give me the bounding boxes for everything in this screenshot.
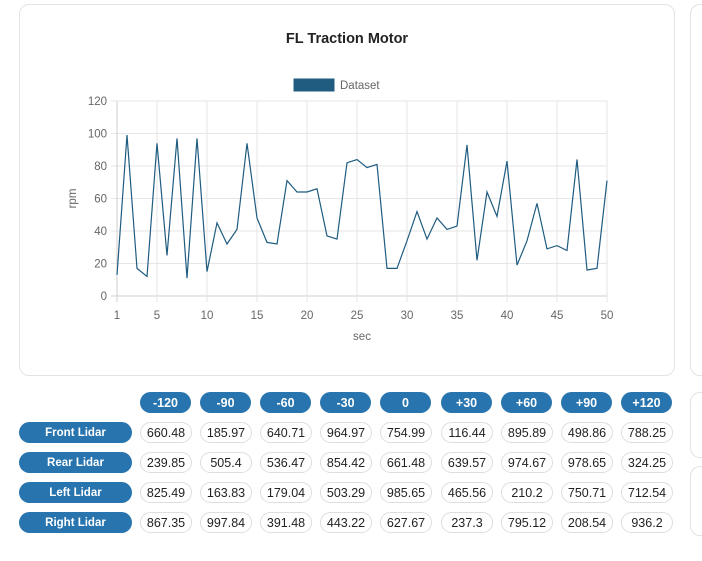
y-tick-label: 20 [94, 259, 107, 271]
x-tick-label: 1 [114, 310, 120, 322]
y-tick-label: 60 [94, 194, 107, 206]
table-cell: 627.67 [380, 512, 432, 533]
column-header[interactable]: -90 [200, 392, 251, 413]
table-cell: 867.35 [140, 512, 192, 533]
column-header[interactable]: -120 [140, 392, 191, 413]
column-header[interactable]: -30 [320, 392, 371, 413]
table-cell: 661.48 [380, 452, 432, 473]
series-line [116, 135, 608, 279]
y-tick-label: 100 [88, 129, 107, 141]
row-label[interactable]: Left Lidar [19, 482, 132, 503]
table-cell: 505.4 [200, 452, 252, 473]
table-cell: 895.89 [501, 422, 553, 443]
y-tick-label: 120 [88, 96, 107, 108]
table-cell: 324.25 [621, 452, 673, 473]
column-header[interactable]: +30 [441, 392, 492, 413]
x-tick-label: 5 [154, 310, 160, 322]
table-cell: 210.2 [501, 482, 553, 503]
table-cell: 185.97 [200, 422, 252, 443]
table-cell: 503.29 [320, 482, 372, 503]
table-cell: 536.47 [260, 452, 312, 473]
table-cell: 788.25 [621, 422, 673, 443]
y-axis-title: rpm [67, 189, 79, 209]
x-tick-label: 25 [351, 310, 364, 322]
table-cell: 754.99 [380, 422, 432, 443]
chart-card: FL Traction Motor Dataset 0 20 40 60 80 100 120 1… [19, 4, 675, 376]
x-tick-label: 10 [201, 310, 214, 322]
line-chart: FL Traction MotorDataset0204060801001201… [67, 31, 614, 343]
x-tick-label: 45 [551, 310, 564, 322]
table-cell: 825.49 [140, 482, 192, 503]
y-tick-label: 40 [94, 226, 107, 238]
x-axis-title: sec [353, 331, 371, 343]
legend-label: Dataset [340, 80, 380, 92]
side-panel-bottom [690, 466, 702, 536]
row-label[interactable]: Right Lidar [19, 512, 132, 533]
x-tick-label: 40 [501, 310, 514, 322]
row-label[interactable]: Front Lidar [19, 422, 132, 443]
table-cell: 854.42 [320, 452, 372, 473]
table-cell: 163.83 [200, 482, 252, 503]
table-cell: 208.54 [561, 512, 613, 533]
x-tick-label: 15 [251, 310, 264, 322]
column-header[interactable]: +60 [501, 392, 552, 413]
row-label[interactable]: Rear Lidar [19, 452, 132, 473]
chart-title: FL Traction Motor [286, 31, 409, 47]
table-cell: 750.71 [561, 482, 613, 503]
column-header[interactable]: +90 [561, 392, 612, 413]
column-header[interactable]: +120 [621, 392, 672, 413]
table-cell: 391.48 [260, 512, 312, 533]
table-cell: 116.44 [441, 422, 493, 443]
table-cell: 237.3 [441, 512, 493, 533]
table-cell: 936.2 [621, 512, 673, 533]
table-cell: 712.54 [621, 482, 673, 503]
table-cell: 443.22 [320, 512, 372, 533]
side-panel-top [690, 4, 702, 376]
table-cell: 997.84 [200, 512, 252, 533]
x-tick-label: 20 [301, 310, 314, 322]
y-tick-label: 80 [94, 161, 107, 173]
x-tick-label: 50 [601, 310, 614, 322]
table-cell: 660.48 [140, 422, 192, 443]
table-cell: 498.86 [561, 422, 613, 443]
column-header[interactable]: -60 [260, 392, 311, 413]
legend-swatch [293, 78, 335, 92]
table-cell: 239.85 [140, 452, 192, 473]
table-cell: 639.57 [441, 452, 493, 473]
table-cell: 795.12 [501, 512, 553, 533]
table-cell: 465.56 [441, 482, 493, 503]
x-tick-label: 30 [401, 310, 414, 322]
table-cell: 974.67 [501, 452, 553, 473]
table-cell: 640.71 [260, 422, 312, 443]
table-cell: 985.65 [380, 482, 432, 503]
table-cell: 978.65 [561, 452, 613, 473]
column-header[interactable]: 0 [380, 392, 431, 413]
table-cell: 179.04 [260, 482, 312, 503]
x-tick-label: 35 [451, 310, 464, 322]
side-panel-middle [690, 392, 702, 458]
y-tick-label: 0 [101, 291, 107, 303]
table-cell: 964.97 [320, 422, 372, 443]
